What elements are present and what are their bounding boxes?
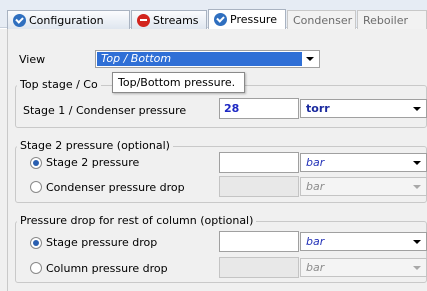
top-stage-legend: Top stage / Co	[17, 78, 101, 91]
tab-configuration[interactable]: Configuration	[7, 10, 130, 29]
condenser-pressure-label: Stage 1 / Condenser pressure	[23, 104, 187, 117]
minus-circle-icon	[137, 13, 150, 27]
condenser-pressure-drop-unit-select: bar	[300, 177, 427, 196]
pressure-drop-legend: Pressure drop for rest of column (option…	[17, 214, 257, 227]
view-label: View	[19, 53, 46, 66]
column-pressure-drop-label: Column pressure drop	[46, 262, 168, 275]
stage-pressure-drop-label: Stage pressure drop	[46, 236, 158, 249]
check-circle-icon	[214, 13, 227, 26]
check-circle-icon	[13, 13, 26, 27]
chevron-down-icon	[413, 266, 421, 270]
condenser-pressure-drop-radio[interactable]	[30, 181, 42, 193]
chevron-down-icon[interactable]	[306, 57, 314, 61]
column-pressure-drop-unit-select: bar	[300, 258, 427, 277]
tab-reboiler[interactable]: Reboiler	[357, 10, 427, 29]
stage2-pressure-label: Stage 2 pressure	[46, 156, 140, 169]
view-select-value: Top / Bottom	[101, 52, 172, 65]
tab-pressure[interactable]: Pressure	[208, 9, 286, 29]
stage-pressure-drop-unit-select[interactable]: bar	[300, 232, 427, 251]
chevron-down-icon	[413, 185, 421, 189]
stage-pressure-drop-input[interactable]	[219, 231, 299, 252]
chevron-down-icon[interactable]	[413, 240, 421, 244]
tab-bar: Configuration Streams Pressure Condenser…	[0, 0, 427, 29]
tab-condenser[interactable]: Condenser	[287, 10, 356, 29]
condenser-pressure-input[interactable]: 28	[219, 98, 299, 119]
stage2-legend: Stage 2 pressure (optional)	[17, 139, 173, 152]
stage2-pressure-unit-select[interactable]: bar	[300, 153, 427, 172]
column-pressure-drop-radio[interactable]	[30, 262, 42, 274]
view-tooltip: Top/Bottom pressure.	[112, 72, 245, 93]
condenser-pressure-unit-select[interactable]: torr	[300, 99, 427, 118]
column-pressure-drop-input	[219, 257, 299, 278]
view-select[interactable]: Top / Bottom	[95, 50, 320, 68]
condenser-pressure-drop-input	[219, 176, 299, 197]
chevron-down-icon[interactable]	[413, 107, 421, 111]
panel-left-border	[7, 29, 8, 291]
tab-streams[interactable]: Streams	[131, 10, 207, 29]
condenser-pressure-drop-label: Condenser pressure drop	[46, 181, 185, 194]
stage-pressure-drop-radio[interactable]	[30, 237, 42, 249]
stage2-pressure-input[interactable]	[219, 152, 299, 173]
chevron-down-icon[interactable]	[413, 161, 421, 165]
stage2-pressure-radio[interactable]	[30, 157, 42, 169]
